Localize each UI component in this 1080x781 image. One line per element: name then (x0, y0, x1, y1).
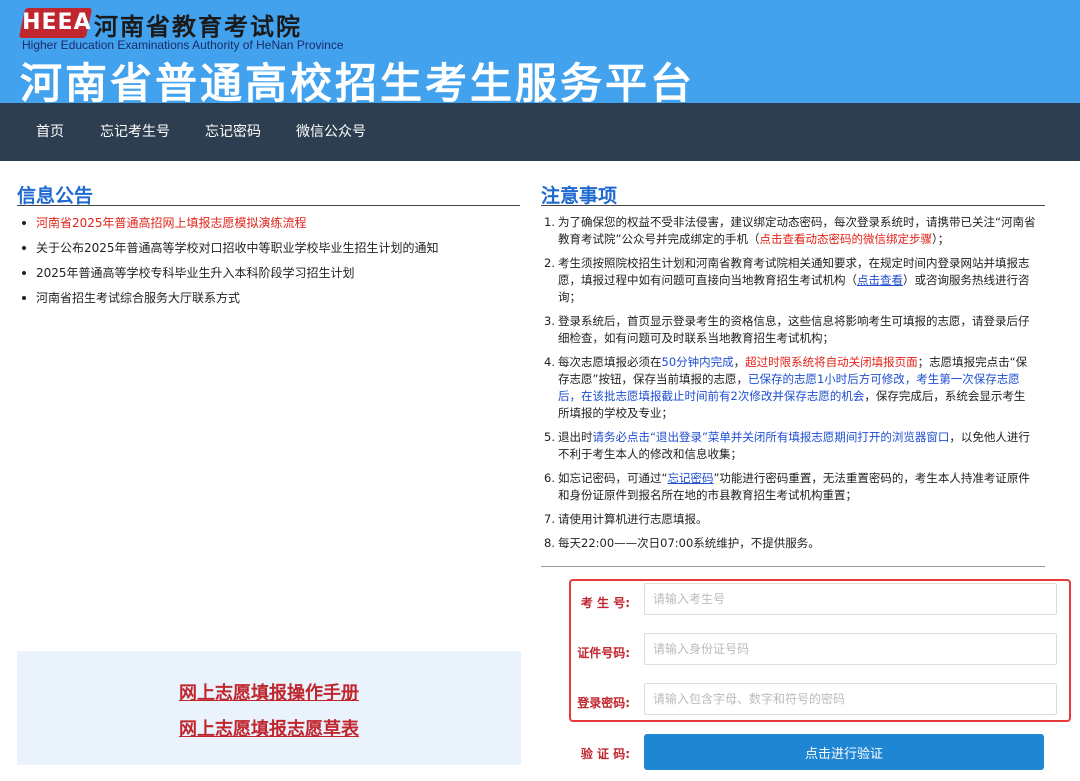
password-label: 登录密码: (577, 696, 630, 710)
captcha-label: 验 证 码: (580, 747, 630, 761)
notes-divider (541, 205, 1045, 206)
wechat-binding-steps-link[interactable]: 点击查看动态密码的微信绑定步骤 (759, 232, 932, 246)
logo-text: HEEA (22, 10, 92, 35)
note-item: 5. 退出时请务必点击“退出登录”菜单并关闭所有填报志愿期间打开的浏览器窗口，以… (544, 430, 1030, 461)
notes-bottom-divider (541, 566, 1045, 567)
site-header: HEEA 河南省教育考试院 Higher Education Examinati… (0, 0, 1080, 108)
nav-wechat[interactable]: 微信公众号 (296, 103, 366, 161)
announcement-item[interactable]: 关于公布2025年普通高等学校对口招收中等职业学校毕业生招生计划的通知 (20, 237, 510, 262)
password-input[interactable] (644, 683, 1057, 715)
announcements-title: 信息公告 (17, 185, 94, 207)
announcement-item[interactable]: 河南省招生考试综合服务大厅联系方式 (20, 287, 510, 312)
announcement-item[interactable]: 2025年普通高等学校专科毕业生升入本科阶段学习招生计划 (20, 262, 510, 287)
notes-title: 注意事项 (541, 185, 618, 207)
operation-manual-link[interactable]: 网上志愿填报操作手册 (17, 679, 521, 705)
nav-forgot-password[interactable]: 忘记密码 (205, 103, 261, 161)
forgot-password-link[interactable]: 忘记密码 (667, 471, 713, 485)
platform-title: 河南省普通高校招生考生服务平台 (20, 59, 696, 108)
heea-logo: HEEA (18, 8, 93, 38)
announcements-divider (17, 205, 520, 206)
note-item: 2. 考生须按照院校招生计划和河南省教育考试院相关通知要求，在规定时间内登录网站… (544, 256, 1030, 304)
exam-no-input[interactable] (644, 583, 1057, 615)
main-nav: 首页 忘记考生号 忘记密码 微信公众号 (0, 103, 1080, 161)
announcement-list: 河南省2025年普通高招网上填报志愿模拟演练流程 关于公布2025年普通高等学校… (20, 212, 510, 312)
exam-no-label: 考 生 号: (580, 596, 630, 610)
announcement-item[interactable]: 河南省2025年普通高招网上填报志愿模拟演练流程 (20, 212, 510, 237)
note-item: 4. 每次志愿填报必须在50分钟内完成，超过时限系统将自动关闭填报页面；志愿填报… (544, 355, 1028, 420)
note-item: 7. 请使用计算机进行志愿填报。 (544, 512, 708, 526)
nav-forgot-exam-no[interactable]: 忘记考生号 (100, 103, 170, 161)
id-number-label: 证件号码: (577, 646, 630, 660)
manual-panel: 网上志愿填报操作手册 网上志愿填报志愿草表 (17, 651, 521, 765)
note-item: 3. 登录系统后，首页显示登录考生的资格信息，这些信息将影响考生可填报的志愿，请… (544, 314, 1030, 345)
notes-list: 1. 为了确保您的权益不受非法侵害，建议绑定动态密码，每次登录系统时，请携带已关… (544, 214, 1036, 559)
note-item: 6. 如忘记密码，可通过“忘记密码”功能进行密码重置，无法重置密码的，考生本人持… (544, 471, 1030, 502)
draft-form-link[interactable]: 网上志愿填报志愿草表 (17, 715, 521, 741)
verify-button[interactable]: 点击进行验证 (644, 734, 1044, 770)
local-agency-link[interactable]: 点击查看 (857, 273, 903, 287)
note-item: 8. 每天22:00——次日07:00系统维护，不提供服务。 (544, 536, 820, 550)
note-item: 1. 为了确保您的权益不受非法侵害，建议绑定动态密码，每次登录系统时，请携带已关… (544, 215, 1036, 246)
id-number-input[interactable] (644, 633, 1057, 665)
org-name-cn: 河南省教育考试院 (94, 13, 302, 41)
nav-home[interactable]: 首页 (36, 103, 64, 161)
